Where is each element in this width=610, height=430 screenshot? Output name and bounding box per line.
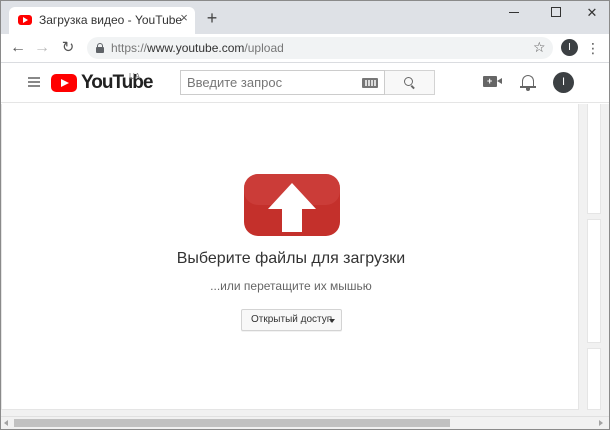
browser-window: Загрузка видео - YouTube × + ✕ ← → ↻ htt… bbox=[0, 0, 610, 430]
url-path: /upload bbox=[244, 41, 284, 55]
account-avatar[interactable]: I bbox=[553, 72, 574, 93]
hamburger-menu-icon[interactable] bbox=[28, 77, 40, 87]
minimize-icon bbox=[509, 12, 519, 14]
browser-menu-icon[interactable]: ⋮ bbox=[586, 38, 600, 58]
tab-youtube-upload[interactable]: Загрузка видео - YouTube × bbox=[9, 7, 195, 34]
url-text[interactable]: https://www.youtube.com/upload bbox=[111, 41, 284, 55]
url-host: www.youtube.com bbox=[147, 41, 245, 55]
new-tab-button[interactable]: + bbox=[203, 9, 221, 28]
search-input[interactable] bbox=[181, 71, 356, 94]
scrollbar-thumb[interactable] bbox=[14, 419, 450, 427]
maximize-icon bbox=[551, 7, 561, 18]
horizontal-scrollbar[interactable] bbox=[1, 416, 609, 429]
browser-toolbar: ← → ↻ https://www.youtube.com/upload ☆ I… bbox=[1, 34, 609, 63]
forward-button[interactable]: → bbox=[31, 37, 53, 59]
privacy-dropdown[interactable]: Открытый доступ bbox=[241, 309, 342, 331]
tab-strip: Загрузка видео - YouTube × + ✕ bbox=[1, 1, 609, 34]
back-button[interactable]: ← bbox=[7, 37, 29, 59]
scroll-left-icon[interactable] bbox=[4, 420, 8, 426]
tab-title: Загрузка видео - YouTube bbox=[39, 13, 183, 27]
vertical-scrollbar[interactable] bbox=[602, 104, 609, 416]
caret-down-icon bbox=[329, 319, 335, 323]
keyboard-icon[interactable] bbox=[362, 78, 378, 88]
minimize-button[interactable] bbox=[495, 1, 533, 27]
maximize-button[interactable] bbox=[537, 1, 575, 27]
upload-title: Выберите файлы для загрузки bbox=[176, 250, 406, 267]
reload-button[interactable]: ↻ bbox=[57, 37, 79, 59]
url-scheme: https:// bbox=[111, 41, 148, 55]
side-panel bbox=[587, 348, 601, 410]
search-button[interactable] bbox=[385, 70, 435, 95]
youtube-wordmark: YouTube bbox=[81, 72, 153, 93]
browser-profile-button[interactable]: I bbox=[561, 39, 578, 56]
tab-close-icon[interactable]: × bbox=[177, 11, 191, 25]
bookmark-star-icon[interactable]: ☆ bbox=[533, 39, 546, 56]
upload-arrow-icon[interactable] bbox=[244, 174, 340, 236]
notifications-bell-icon[interactable] bbox=[520, 73, 536, 91]
side-panel bbox=[587, 104, 601, 214]
youtube-favicon-icon bbox=[18, 15, 32, 25]
privacy-label: Открытый доступ bbox=[251, 314, 333, 325]
youtube-play-icon bbox=[51, 74, 77, 92]
country-code: UA bbox=[129, 72, 141, 81]
upload-drop-zone[interactable]: Выберите файлы для загрузки ...или перет… bbox=[1, 104, 579, 410]
upload-subtitle: ...или перетащите их мышью bbox=[210, 279, 372, 293]
upload-video-icon[interactable]: + bbox=[483, 76, 502, 87]
side-panel bbox=[587, 219, 601, 343]
youtube-masthead: YouTube UA + I bbox=[1, 63, 609, 103]
lock-icon[interactable] bbox=[96, 43, 104, 53]
search-box bbox=[180, 70, 385, 95]
window-close-button[interactable]: ✕ bbox=[573, 1, 609, 27]
search-icon bbox=[404, 77, 413, 86]
scroll-right-icon[interactable] bbox=[599, 420, 603, 426]
address-bar[interactable]: https://www.youtube.com/upload ☆ bbox=[87, 37, 553, 59]
